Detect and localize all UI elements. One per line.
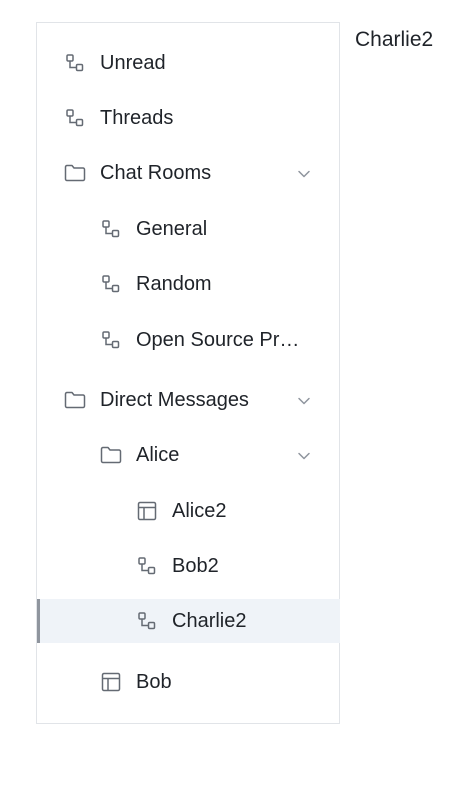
tree-item-alice2[interactable]: Alice2 xyxy=(37,489,340,533)
tree-item-open-source[interactable]: Open Source Pr… xyxy=(37,318,340,362)
topic-icon xyxy=(100,218,122,240)
tree-item-bob2[interactable]: Bob2 xyxy=(37,544,340,588)
topic-icon xyxy=(64,107,86,129)
tree-item-threads[interactable]: Threads xyxy=(37,96,340,140)
tree-item-charlie2[interactable]: Charlie2 xyxy=(37,599,340,643)
tree-item-label: Unread xyxy=(100,51,166,74)
folder-icon xyxy=(64,389,86,411)
chevron-down-icon[interactable] xyxy=(296,392,312,408)
tree-item-label: Random xyxy=(136,272,212,295)
tree-item-label: Bob2 xyxy=(172,554,219,577)
tree-item-general[interactable]: General xyxy=(37,207,340,251)
table-icon xyxy=(100,671,122,693)
tree-item-label: Charlie2 xyxy=(172,609,247,632)
tree-item-label: Threads xyxy=(100,106,174,129)
folder-icon xyxy=(64,162,86,184)
topic-icon xyxy=(100,273,122,295)
tree-folder-chat-rooms[interactable]: Chat Rooms xyxy=(37,151,340,195)
tree-folder-alice[interactable]: Alice xyxy=(37,433,340,477)
table-icon xyxy=(136,500,158,522)
tree-item-random[interactable]: Random xyxy=(37,262,340,306)
topic-icon xyxy=(100,329,122,351)
topic-icon xyxy=(136,555,158,577)
tree-item-label: General xyxy=(136,217,208,240)
tree-item-label: Open Source Pr… xyxy=(136,328,300,351)
tree-folder-direct-messages[interactable]: Direct Messages xyxy=(37,378,340,422)
tree-item-label: Direct Messages xyxy=(100,388,249,411)
tree-item-label: Alice2 xyxy=(172,499,227,522)
tree-item-unread[interactable]: Unread xyxy=(37,41,340,85)
chevron-down-icon[interactable] xyxy=(296,447,312,463)
tree-item-label: Alice xyxy=(136,443,180,466)
tree-item-label: Chat Rooms xyxy=(100,161,212,184)
tree-item-label: Bob xyxy=(136,670,172,693)
tree-item-bob[interactable]: Bob xyxy=(37,660,340,704)
page-title: Charlie2 xyxy=(355,28,434,51)
folder-icon xyxy=(100,444,122,466)
sidebar-tree: Unread Threads Chat Rooms General Random… xyxy=(36,22,340,724)
topic-icon xyxy=(136,610,158,632)
topic-icon xyxy=(64,52,86,74)
chevron-down-icon[interactable] xyxy=(296,165,312,181)
